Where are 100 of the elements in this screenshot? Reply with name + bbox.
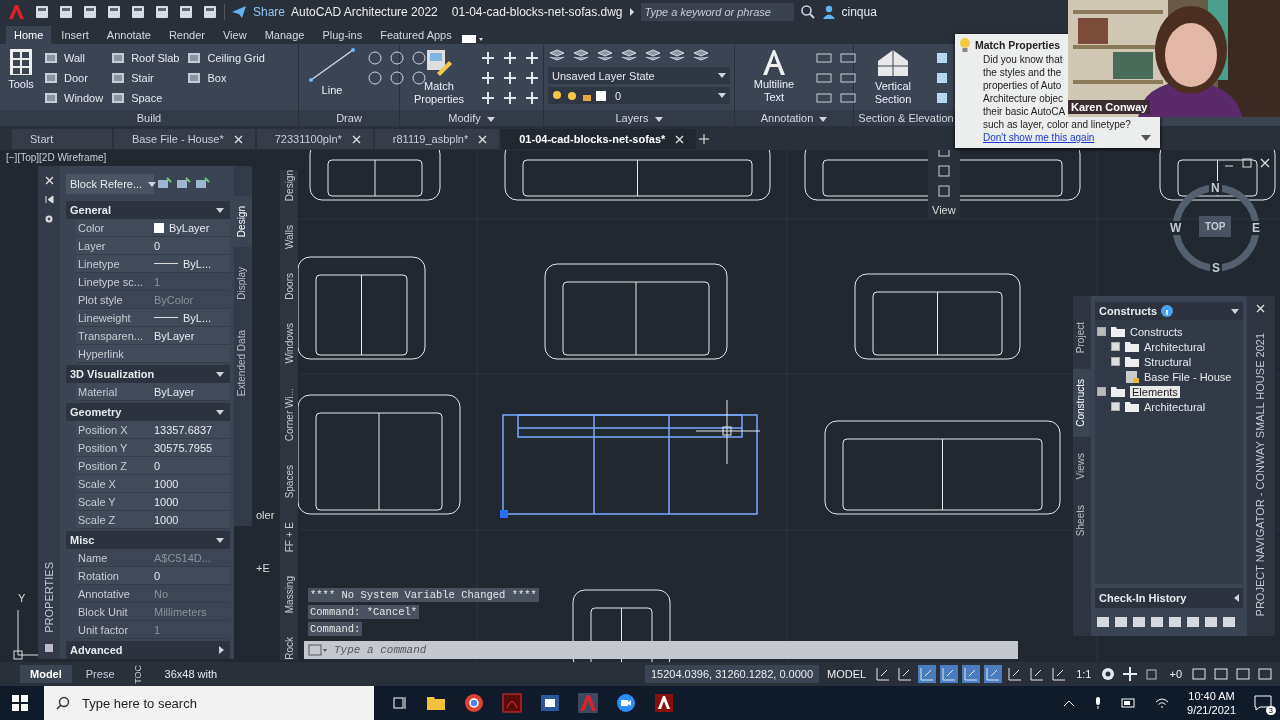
ribbon-tab[interactable]: View — [215, 26, 255, 44]
user-name[interactable]: cinqua — [841, 5, 942, 19]
tool-palette-tab[interactable]: FF + E — [283, 521, 295, 553]
line-button[interactable]: Line — [303, 48, 361, 96]
ribbon-tab[interactable]: Insert — [53, 26, 97, 44]
dont-show-link[interactable]: Don't show me this again — [983, 131, 1095, 144]
toolbar-icon[interactable] — [106, 5, 122, 19]
property-value[interactable]: ByL... — [150, 311, 230, 324]
close-icon[interactable] — [233, 134, 243, 144]
layer-state-dropdown[interactable]: Unsaved Layer State — [548, 67, 730, 84]
status-tool-icon[interactable] — [1234, 665, 1252, 683]
add-tab-icon[interactable] — [698, 133, 711, 145]
navigator-tool-icon[interactable] — [1113, 614, 1129, 630]
document-tab[interactable]: 72331100pln* — [256, 129, 373, 149]
property-value[interactable]: ByLayer — [150, 329, 230, 342]
wifi-icon[interactable] — [1155, 697, 1170, 709]
selected-sofa-drawing[interactable] — [500, 414, 758, 518]
object-type-dropdown[interactable]: Block Refere... — [66, 174, 154, 194]
section-header[interactable]: Advanced — [66, 641, 230, 659]
clock-time[interactable]: 10:40 AM — [1188, 689, 1235, 703]
multiline-text-button[interactable]: Multiline Text — [739, 48, 809, 104]
section-tool-icon[interactable] — [934, 50, 950, 66]
tools-button[interactable]: Tools — [4, 48, 38, 90]
taskbar-search-box[interactable]: Type here to search — [44, 686, 374, 720]
draw-tool-icon[interactable] — [389, 50, 405, 66]
layout-tab[interactable]: Model — [20, 665, 72, 683]
toolbar-icon[interactable] — [130, 5, 146, 19]
layer-dropdown[interactable]: 0 — [548, 87, 730, 104]
task-view-icon[interactable] — [392, 695, 408, 711]
tool-button[interactable]: Box — [187, 68, 265, 88]
property-value[interactable]: 0 — [150, 459, 230, 472]
navigator-tool-icon[interactable] — [1221, 614, 1237, 630]
tree-item[interactable]: Elements — [1130, 385, 1180, 398]
navigator-side-tab[interactable]: Views — [1073, 442, 1091, 490]
annotation-scale-button[interactable]: 1:1 — [1072, 665, 1096, 683]
navigator-tool-icon[interactable] — [1185, 614, 1201, 630]
search-icon[interactable] — [799, 4, 816, 20]
view-label[interactable]: View — [932, 204, 956, 216]
annotation-tool-icon[interactable] — [839, 91, 857, 105]
document-tab[interactable]: Start — [12, 129, 112, 149]
property-value[interactable]: 1000 — [150, 513, 230, 526]
document-app-icon[interactable] — [540, 693, 560, 713]
section-tool-icon[interactable] — [934, 90, 950, 106]
selection-icon[interactable] — [157, 177, 173, 191]
toolbar-icon[interactable] — [82, 5, 98, 19]
draw-tool-icon[interactable] — [367, 70, 383, 86]
palette-side-tab[interactable]: Display — [234, 257, 252, 310]
property-value[interactable]: ByLayer — [150, 221, 230, 234]
chevron-up-icon[interactable] — [1063, 699, 1076, 707]
document-tab[interactable]: Base File - House* — [114, 129, 255, 149]
info-icon[interactable] — [1161, 305, 1174, 317]
restore-icon[interactable] — [1242, 158, 1252, 168]
modify-tool-icon[interactable] — [502, 70, 518, 86]
modify-tool-icon[interactable] — [480, 70, 496, 86]
panel-title[interactable]: Annotation — [735, 110, 853, 126]
ribbon-tab[interactable]: Render — [160, 26, 213, 44]
status-toggle-icon[interactable] — [940, 665, 959, 683]
status-tool-icon[interactable] — [1212, 665, 1230, 683]
ribbon-tab[interactable]: Annotate — [98, 26, 159, 44]
compass-south[interactable]: S — [1210, 261, 1222, 275]
command-field[interactable]: Type a command — [332, 643, 1018, 657]
compass-east[interactable]: E — [1250, 221, 1262, 235]
plus-icon[interactable] — [1121, 665, 1140, 683]
navigator-side-tab[interactable]: Sheets — [1073, 495, 1091, 547]
section-header[interactable]: Geometry — [66, 403, 230, 421]
tool-palette-tab[interactable]: Doors — [283, 272, 295, 300]
status-toggle-icon[interactable] — [962, 665, 981, 683]
status-tool-icon[interactable] — [1190, 665, 1208, 683]
compass-north[interactable]: N — [1209, 181, 1222, 195]
tool-palette-tab[interactable]: Windows — [283, 323, 295, 364]
status-toggle-icon[interactable] — [984, 665, 1003, 683]
model-space-button[interactable]: MODEL — [823, 665, 871, 683]
clock-date[interactable]: 9/21/2021 — [1187, 703, 1236, 717]
status-tool-icon[interactable] — [1256, 665, 1274, 683]
modify-tool-icon[interactable] — [524, 50, 540, 66]
tree-item[interactable]: Constructs — [1130, 325, 1183, 338]
search-field[interactable]: Type a keyword or phrase — [640, 3, 794, 21]
tree-item[interactable]: Base File - House — [1144, 370, 1232, 383]
folder-icon[interactable] — [426, 694, 446, 712]
navigator-tool-icon[interactable] — [1149, 614, 1165, 630]
video-app-icon[interactable] — [616, 693, 636, 713]
coordinates-readout[interactable]: 15204.0396, 31260.1282, 0.0000 — [644, 665, 820, 683]
document-tab[interactable]: r81119_asbpln* — [374, 129, 500, 149]
ribbon-tab[interactable]: Featured Apps — [372, 26, 460, 44]
panel-title[interactable]: Build — [0, 110, 298, 126]
ribbon-toggle-icon[interactable] — [461, 34, 484, 44]
navigation-icon[interactable] — [936, 164, 951, 178]
modify-tool-icon[interactable] — [524, 90, 540, 106]
tool-palette-tab[interactable]: Design — [283, 170, 295, 202]
navigator-tool-icon[interactable] — [1131, 614, 1147, 630]
annotation-tool-icon[interactable] — [815, 71, 833, 85]
annotation-tool-icon[interactable] — [815, 91, 833, 105]
windows-start-icon[interactable] — [12, 695, 28, 711]
property-value[interactable]: 13357.6837 — [150, 423, 230, 436]
section-tool-icon[interactable] — [934, 70, 950, 86]
property-value[interactable]: 1000 — [150, 477, 230, 490]
draw-tool-icon[interactable] — [367, 50, 383, 66]
section-header[interactable]: Misc — [66, 531, 230, 549]
tool-button[interactable]: Wall — [44, 48, 104, 68]
status-toggle-icon[interactable] — [918, 665, 937, 683]
